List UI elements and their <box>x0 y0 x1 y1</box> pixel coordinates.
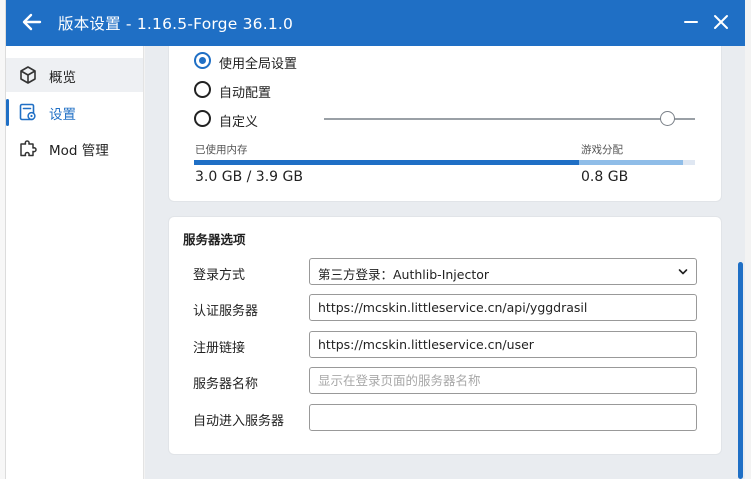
used-memory-label: 已使用内存 <box>195 144 248 156</box>
auth-server-input[interactable] <box>310 295 696 320</box>
sidebar-item-label: 设置 <box>49 107 76 123</box>
radio-auto-config[interactable] <box>194 81 211 98</box>
memory-slider-track[interactable] <box>324 118 695 120</box>
register-link-field[interactable] <box>309 331 697 358</box>
login-method-label: 登录方式 <box>193 268 246 283</box>
chevron-down-icon <box>678 269 688 275</box>
title-bar: 版本设置 - 1.16.5-Forge 36.1.0 <box>6 0 745 46</box>
active-indicator <box>6 99 9 126</box>
auto-join-server-input[interactable] <box>310 405 696 430</box>
window-title: 版本设置 - 1.16.5-Forge 36.1.0 <box>58 15 294 33</box>
sidebar-item-label: Mod 管理 <box>49 143 109 159</box>
server-name-input[interactable] <box>310 368 696 393</box>
login-method-value: 第三方登录：Authlib-Injector <box>318 267 490 282</box>
minimize-icon[interactable] <box>682 13 700 31</box>
radio-custom[interactable] <box>194 110 211 127</box>
register-link-input[interactable] <box>310 332 696 357</box>
scrollbar[interactable] <box>738 262 743 479</box>
back-arrow-icon[interactable] <box>21 11 43 33</box>
sidebar-item-settings[interactable]: 设置 <box>6 95 143 129</box>
memory-slider-thumb[interactable] <box>660 111 675 126</box>
puzzle-icon <box>20 140 37 157</box>
sidebar-item-overview[interactable]: 概览 <box>6 58 143 92</box>
radio-label-global: 使用全局设置 <box>219 57 298 72</box>
memory-bar-game <box>579 160 683 165</box>
auth-server-field[interactable] <box>309 294 697 321</box>
close-icon[interactable] <box>712 13 730 31</box>
server-name-field[interactable] <box>309 367 697 394</box>
memory-bar-used <box>194 160 579 165</box>
server-options-title: 服务器选项 <box>183 232 246 247</box>
settings-page-icon <box>19 103 36 121</box>
server-name-label: 服务器名称 <box>193 377 259 392</box>
auth-server-label: 认证服务器 <box>193 304 259 319</box>
sidebar-item-label: 概览 <box>49 70 76 86</box>
sidebar-item-mod-manage[interactable]: Mod 管理 <box>6 131 143 165</box>
game-allocation-value: 0.8 GB <box>581 169 629 185</box>
auto-join-server-label: 自动进入服务器 <box>193 414 285 429</box>
used-memory-value: 3.0 GB / 3.9 GB <box>195 169 303 185</box>
cube-icon <box>20 66 36 84</box>
radio-label-auto: 自动配置 <box>219 86 272 101</box>
sidebar: 概览 设置 Mod 管理 <box>6 46 144 479</box>
auto-join-server-field[interactable] <box>309 404 697 431</box>
register-link-label: 注册链接 <box>193 341 246 356</box>
game-allocation-label: 游戏分配 <box>581 144 623 156</box>
radio-label-custom: 自定义 <box>219 115 259 130</box>
login-method-select[interactable]: 第三方登录：Authlib-Injector <box>309 258 697 285</box>
radio-global-settings[interactable] <box>194 52 211 69</box>
